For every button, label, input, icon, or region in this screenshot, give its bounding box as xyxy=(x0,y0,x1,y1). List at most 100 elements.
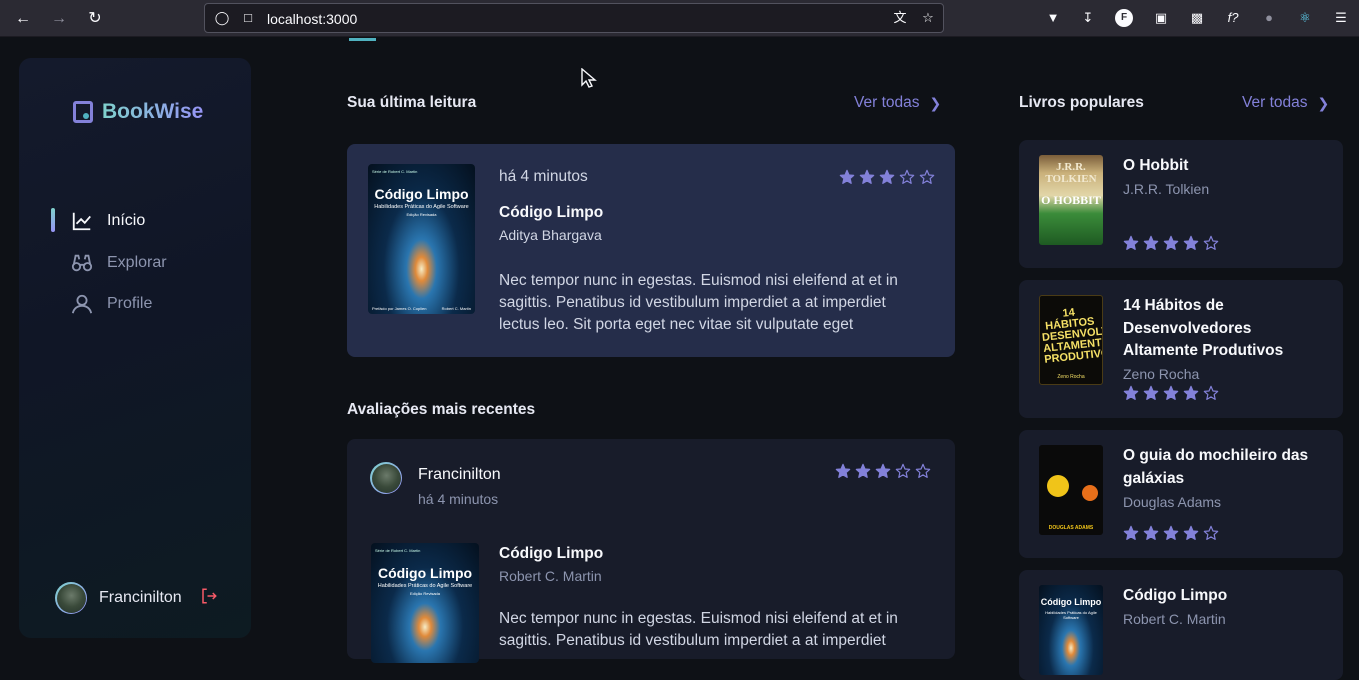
popular-book-card[interactable]: 14 HÁBITOS DESENVOLVEDORES ALTAMENTE PRO… xyxy=(1019,280,1343,418)
sidebar-item-profile[interactable]: Profile xyxy=(51,291,167,317)
book-cover: 14 HÁBITOS DESENVOLVEDORES ALTAMENTE PRO… xyxy=(1039,295,1103,385)
star-filled-icon xyxy=(855,463,871,479)
active-tab-indicator xyxy=(349,38,376,41)
star-filled-icon xyxy=(1183,385,1199,401)
book-cover: Série de Robert C. Martin Código Limpo H… xyxy=(368,164,475,314)
cover-subtitle: Habilidades Práticas do Agile Software xyxy=(377,583,473,589)
book-title: Código Limpo xyxy=(499,204,604,221)
star-filled-icon xyxy=(1143,385,1159,401)
sidebar-item-label: Profile xyxy=(107,295,153,312)
rating-stars xyxy=(1123,235,1219,251)
star-filled-icon xyxy=(835,463,851,479)
book-author: Robert C. Martin xyxy=(1123,611,1226,627)
book-description: Nec tempor nunc in egestas. Euismod nisi… xyxy=(499,272,898,333)
extensions-icon[interactable]: ▣ xyxy=(1151,8,1171,28)
book-author: Aditya Bhargava xyxy=(499,227,602,243)
cover-footer: Prefácio por James O. Coplien Robert C. … xyxy=(372,306,471,311)
cover-subtitle: Habilidades Práticas do Agile Software xyxy=(374,204,469,210)
rating-stars xyxy=(1123,385,1219,401)
pocket-icon[interactable]: ▼ xyxy=(1043,8,1063,28)
cover-author: Robert C. Martin xyxy=(441,306,471,311)
reviewer-name[interactable]: Francinilton xyxy=(418,466,501,484)
sidebar-user: Francinilton xyxy=(55,582,218,614)
bookwise-logo-icon xyxy=(73,101,93,123)
forward-icon[interactable]: → xyxy=(48,8,70,30)
logout-icon[interactable] xyxy=(200,587,218,610)
see-all-label: Ver todas xyxy=(854,94,920,111)
rating-stars xyxy=(1123,525,1219,541)
page-icon: □ xyxy=(244,10,252,25)
star-empty-icon xyxy=(915,463,931,479)
star-filled-icon xyxy=(839,169,855,185)
binoculars-icon xyxy=(71,252,93,274)
rating-stars xyxy=(835,463,931,479)
review-card: Francinilton há 4 minutos Série de Rober… xyxy=(347,439,955,663)
sidebar-item-label: Explorar xyxy=(107,253,167,271)
star-filled-icon xyxy=(1163,525,1179,541)
sidebar-item-explorar[interactable]: Explorar xyxy=(51,250,167,276)
popular-book-card[interactable]: J.R.R. TOLKIEN O HOBBIT O Hobbit J.R.R. … xyxy=(1019,140,1343,268)
mouse-cursor-icon xyxy=(581,68,597,88)
star-filled-icon xyxy=(1163,235,1179,251)
cover-edition: Edição Revisada xyxy=(409,591,441,596)
chat-extension-icon[interactable]: ▩ xyxy=(1187,8,1207,28)
cover-title: Código Limpo xyxy=(374,186,469,202)
url-text[interactable]: localhost:3000 xyxy=(267,11,357,27)
avatar[interactable] xyxy=(370,462,402,494)
font-finder-icon[interactable]: f? xyxy=(1223,8,1243,28)
chevron-right-icon: ❯ xyxy=(1317,94,1330,111)
back-icon[interactable]: ← xyxy=(12,8,34,30)
download-icon[interactable]: ↧ xyxy=(1078,8,1098,28)
star-filled-icon xyxy=(879,169,895,185)
star-empty-icon xyxy=(895,463,911,479)
last-read-see-all-link[interactable]: Ver todas ❯ xyxy=(854,94,941,112)
star-empty-icon xyxy=(1203,525,1219,541)
sidebar-item-label: Início xyxy=(107,212,146,229)
address-bar[interactable]: ◯ □ localhost:3000 文 ☆ xyxy=(204,3,944,33)
chevron-right-icon: ❯ xyxy=(929,94,942,111)
popular-book-card[interactable]: DOUGLAS ADAMS O guia do mochileiro das g… xyxy=(1019,430,1343,558)
star-empty-icon xyxy=(1203,385,1219,401)
book-title: 14 Hábitos de Desenvolvedores Altamente … xyxy=(1123,297,1284,359)
book-title: O Hobbit xyxy=(1123,157,1189,174)
popular-see-all-link[interactable]: Ver todas ❯ xyxy=(1242,94,1329,112)
last-read-card[interactable]: Série de Robert C. Martin Código Limpo H… xyxy=(347,144,955,357)
menu-icon[interactable]: ☰ xyxy=(1331,8,1351,28)
avatar[interactable] xyxy=(55,582,87,614)
chart-line-icon xyxy=(71,210,93,232)
sidebar-item-inicio[interactable]: Início xyxy=(51,208,167,234)
cover-author: Zeno Rocha xyxy=(1057,374,1085,380)
review-time: há 4 minutos xyxy=(418,491,499,507)
bookmark-star-icon[interactable]: ☆ xyxy=(919,9,937,27)
see-all-label: Ver todas xyxy=(1242,94,1308,111)
book-cover: J.R.R. TOLKIEN O HOBBIT xyxy=(1039,155,1103,245)
cover-title: 14 HÁBITOS DESENVOLVEDORES ALTAMENTE PRO… xyxy=(1041,306,1103,366)
app-logo[interactable]: BookWise xyxy=(73,100,203,124)
cover-author: J.R.R. TOLKIEN xyxy=(1045,161,1097,185)
profile-extension-icon[interactable]: F xyxy=(1115,9,1133,27)
book-author: Robert C. Martin xyxy=(499,568,602,584)
app-name: BookWise xyxy=(102,100,204,123)
cover-title: O HOBBIT xyxy=(1041,193,1101,207)
shield-icon[interactable]: ◯ xyxy=(213,9,231,27)
translate-icon[interactable]: 文 xyxy=(891,9,909,27)
book-title[interactable]: Código Limpo xyxy=(499,545,603,563)
reload-icon[interactable]: ↻ xyxy=(84,8,106,30)
book-cover[interactable]: Série de Robert C. Martin Código Limpo H… xyxy=(371,543,479,663)
star-empty-icon xyxy=(1203,235,1219,251)
star-filled-icon xyxy=(859,169,875,185)
book-cover: Código Limpo Habilidades Práticas do Agi… xyxy=(1039,585,1103,675)
star-filled-icon xyxy=(1163,385,1179,401)
sidebar-nav: Início Explorar Profile xyxy=(51,208,167,333)
react-devtools-icon[interactable]: ⚛ xyxy=(1295,8,1315,28)
star-filled-icon xyxy=(875,463,891,479)
book-title: Código Limpo xyxy=(1123,587,1228,604)
cover-art xyxy=(1047,475,1069,497)
cover-title: Código Limpo xyxy=(1040,597,1102,607)
blocker-extension-icon[interactable]: ● xyxy=(1259,8,1279,28)
book-title: O guia do mochileiro das galáxias xyxy=(1123,447,1309,487)
popular-section-title: Livros populares xyxy=(1019,94,1144,111)
cover-preface: Prefácio por James O. Coplien xyxy=(372,306,427,311)
popular-book-card[interactable]: Código Limpo Habilidades Práticas do Agi… xyxy=(1019,570,1343,680)
cover-subtitle: Habilidades Práticas do Agile Software xyxy=(1045,610,1097,620)
